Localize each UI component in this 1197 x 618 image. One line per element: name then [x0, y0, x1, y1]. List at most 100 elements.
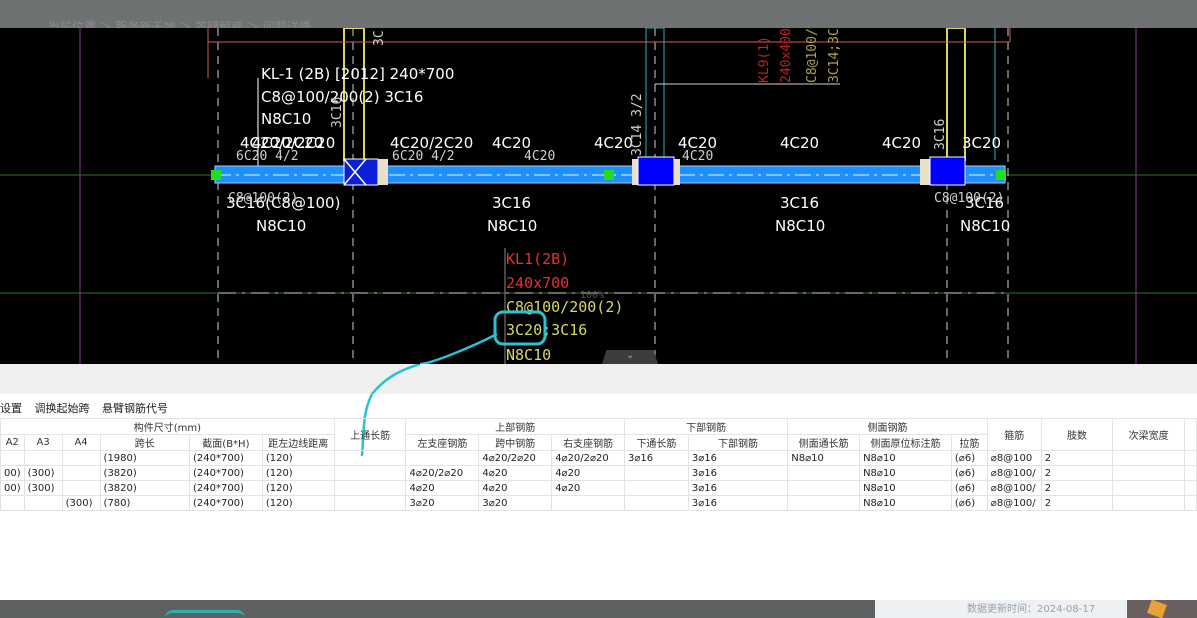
table-cell[interactable]: ⌀8@100/: [986, 495, 1042, 511]
table-cell[interactable]: 00): [0, 480, 25, 496]
table-cell[interactable]: ⌀8@100/: [986, 465, 1042, 481]
table-cell[interactable]: N8⌀10: [859, 480, 952, 496]
table-cell[interactable]: [1112, 495, 1185, 511]
table-cell[interactable]: [551, 495, 626, 511]
table-cell[interactable]: [333, 450, 407, 466]
table-cell[interactable]: (120): [261, 465, 335, 481]
support-3[interactable]: [929, 156, 966, 186]
swap-start-span-button[interactable]: 调换起始跨: [35, 402, 90, 415]
table-cell[interactable]: (300): [23, 465, 63, 481]
table-row[interactable]: 00) (300) (3820) (240*700) (120) 4⌀20/2⌀20 4⌀2…: [0, 465, 1197, 481]
table-cell[interactable]: (⌀6): [950, 480, 988, 496]
bottom-left-b-label[interactable]: N8C10: [256, 217, 306, 235]
table-cell[interactable]: (⌀6): [950, 495, 988, 511]
table-cell[interactable]: 4⌀20: [478, 465, 553, 481]
table-cell[interactable]: [333, 465, 407, 481]
kl1-name-label[interactable]: KL1(2B): [506, 250, 569, 268]
table-cell[interactable]: (300): [23, 480, 63, 496]
bottom-r2-b-label[interactable]: N8C10: [960, 217, 1010, 235]
table-cell[interactable]: [405, 450, 480, 466]
table-cell[interactable]: N8⌀10: [859, 495, 952, 511]
table-cell[interactable]: [61, 465, 101, 481]
table-cell[interactable]: [0, 450, 25, 466]
bottom-mid-a-label[interactable]: 3C16: [492, 194, 531, 212]
table-cell[interactable]: [61, 480, 101, 496]
collapse-panel-tab[interactable]: ⌄: [602, 350, 658, 364]
span-top-right-label[interactable]: 4C20: [780, 134, 819, 152]
table-cell[interactable]: 2: [1040, 480, 1114, 496]
table-cell[interactable]: 4⌀20: [551, 465, 626, 481]
table-cell[interactable]: [787, 495, 861, 511]
table-cell[interactable]: [1112, 480, 1185, 496]
table-cell[interactable]: [1112, 465, 1185, 481]
bottom-mid-b-label[interactable]: N8C10: [487, 217, 537, 235]
table-cell[interactable]: [787, 465, 861, 481]
table-cell[interactable]: [23, 495, 63, 511]
table-cell[interactable]: (⌀6): [950, 465, 988, 481]
table-cell[interactable]: 3⌀20: [478, 495, 553, 511]
table-cell[interactable]: (3820): [99, 480, 190, 496]
table-cell[interactable]: 4⌀20: [405, 480, 480, 496]
settings-button[interactable]: 设置: [0, 402, 22, 415]
table-cell[interactable]: ⌀8@100: [986, 450, 1042, 466]
table-cell[interactable]: [0, 495, 25, 511]
table-cell[interactable]: 3⌀16: [624, 450, 689, 466]
table-cell[interactable]: (120): [261, 480, 335, 496]
table-cell[interactable]: (240*700): [188, 465, 263, 481]
table-cell[interactable]: [624, 480, 689, 496]
table-cell[interactable]: 2: [1040, 495, 1114, 511]
table-cell[interactable]: [333, 495, 407, 511]
table-cell[interactable]: 4⌀20/2⌀20: [405, 465, 480, 481]
table-cell[interactable]: ⌀8@100/: [986, 480, 1042, 496]
bottom-r1-a-label[interactable]: 3C16: [780, 194, 819, 212]
table-row[interactable]: 00) (300) (3820) (240*700) (120) 4⌀20 4⌀20 4⌀20…: [0, 480, 1197, 496]
table-cell[interactable]: 4⌀20: [478, 480, 553, 496]
grip-right[interactable]: [996, 170, 1006, 180]
table-cell[interactable]: 4⌀20/2⌀20: [478, 450, 553, 466]
table-cell[interactable]: N8⌀10: [859, 465, 952, 481]
beam-title-label[interactable]: KL-1 (2B) [2012] 240*700: [261, 65, 454, 83]
table-cell[interactable]: (1980): [99, 450, 190, 466]
table-cell[interactable]: 2: [1040, 450, 1114, 466]
cantilever-code-button[interactable]: 悬臂钢筋代号: [102, 402, 168, 415]
table-cell[interactable]: 3⌀20: [405, 495, 480, 511]
table-cell[interactable]: 4⌀20/2⌀20: [551, 450, 626, 466]
table-cell[interactable]: 4⌀20: [551, 480, 626, 496]
table-cell[interactable]: [787, 480, 861, 496]
kl1-size-label[interactable]: 240x700: [506, 274, 569, 292]
table-cell[interactable]: [1112, 450, 1185, 466]
table-cell[interactable]: (240*700): [188, 480, 263, 496]
kl1-side-label[interactable]: N8C10: [506, 346, 551, 364]
table-cell[interactable]: (⌀6): [950, 450, 988, 466]
table-cell[interactable]: (3820): [99, 465, 190, 481]
table-cell[interactable]: [1183, 495, 1197, 511]
table-cell[interactable]: [624, 495, 689, 511]
table-cell[interactable]: N8⌀10: [787, 450, 861, 466]
table-cell[interactable]: N8⌀10: [859, 450, 952, 466]
support-1[interactable]: [343, 158, 379, 186]
bottom-r1-b-label[interactable]: N8C10: [775, 217, 825, 235]
table-cell[interactable]: 3⌀16: [687, 495, 789, 511]
table-cell[interactable]: [1183, 465, 1197, 481]
table-cell[interactable]: 2: [1040, 465, 1114, 481]
beam-side-label[interactable]: N8C10: [261, 110, 311, 128]
table-row[interactable]: (1980) (240*700) (120) 4⌀20/2⌀20 4⌀20/2⌀20 3⌀…: [0, 450, 1197, 466]
table-cell[interactable]: [61, 450, 101, 466]
support-right-c-label[interactable]: 3C20: [962, 134, 1001, 152]
grip-left[interactable]: [211, 170, 221, 180]
table-cell[interactable]: (240*700): [188, 495, 263, 511]
table-cell[interactable]: [333, 480, 407, 496]
cad-viewport[interactable]: KL-1 (2B) [2012] 240*700 C8@100/200(2) 3…: [0, 28, 1197, 364]
support-2[interactable]: [637, 156, 675, 186]
table-cell[interactable]: [23, 450, 63, 466]
table-cell[interactable]: [1183, 480, 1197, 496]
grip-mid[interactable]: [604, 170, 614, 180]
support-right-b-label[interactable]: 4C20: [882, 134, 921, 152]
kl1-rebar-label[interactable]: 3C20;3C16: [506, 321, 587, 339]
table-cell[interactable]: (120): [261, 495, 335, 511]
table-cell[interactable]: 3⌀16: [687, 480, 789, 496]
table-row[interactable]: (300) (780) (240*700) (120) 3⌀20 3⌀20 3⌀16 N8⌀1…: [0, 495, 1197, 511]
table-cell[interactable]: (300): [61, 495, 101, 511]
table-cell[interactable]: 3⌀16: [687, 465, 789, 481]
table-cell[interactable]: (120): [261, 450, 335, 466]
